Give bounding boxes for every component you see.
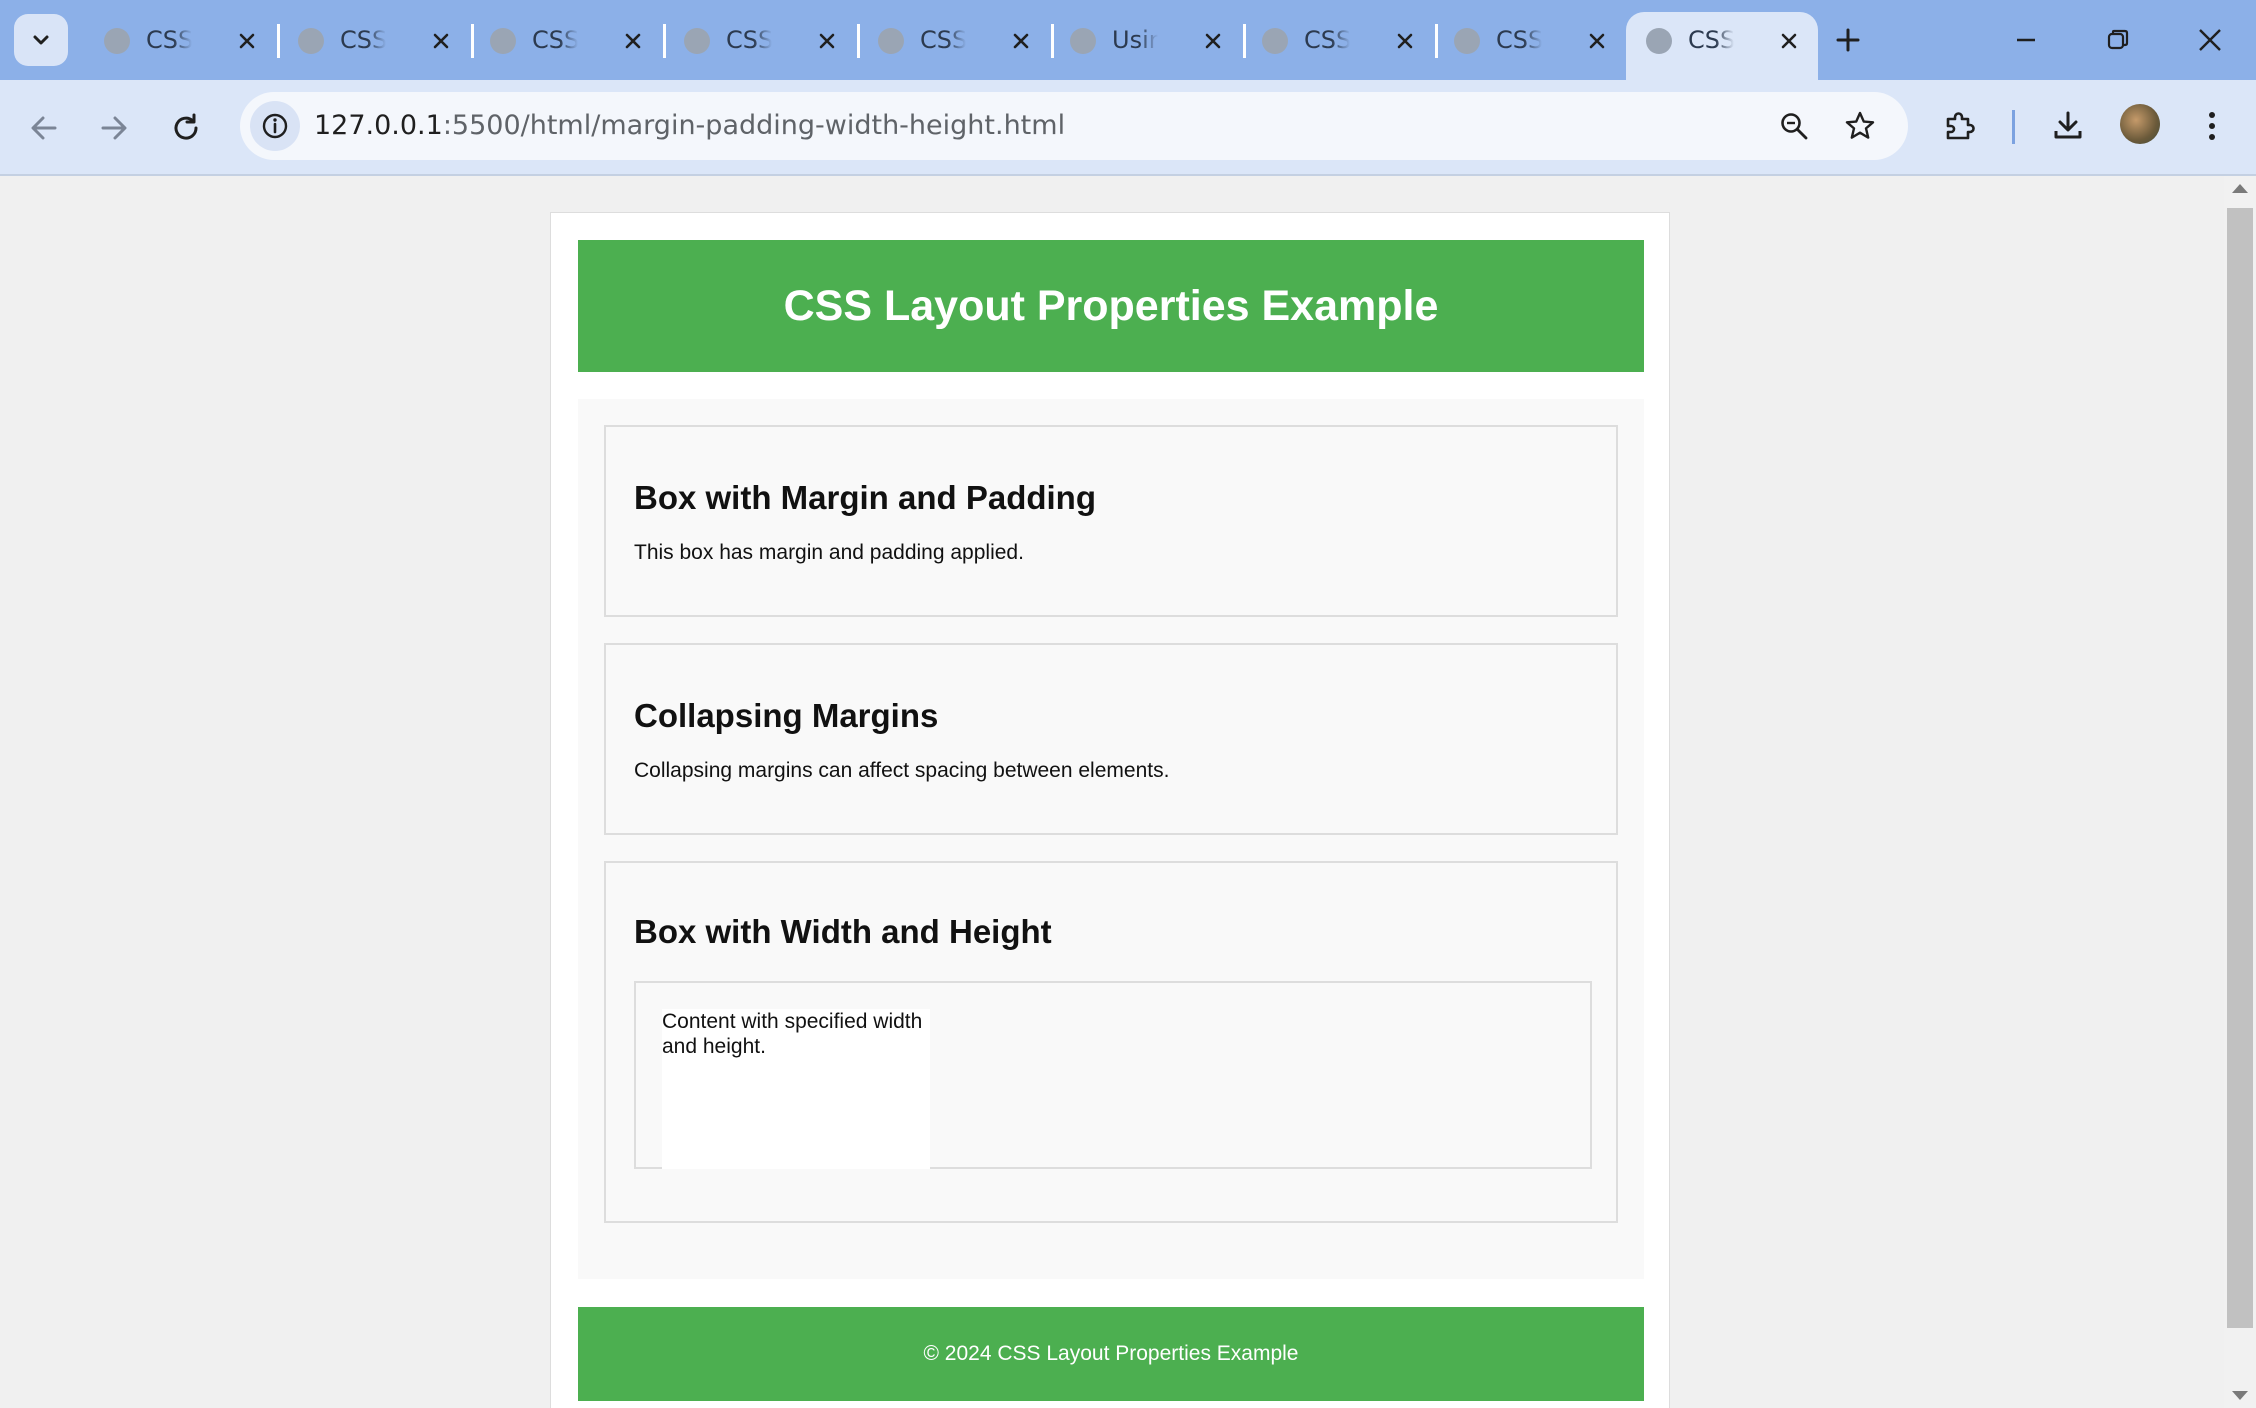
tab-title: Using: [1112, 26, 1158, 54]
scroll-thumb[interactable]: [2227, 208, 2253, 1328]
extensions-icon: [1946, 112, 1975, 140]
section-text: Collapsing margins can affect spacing be…: [634, 759, 1170, 782]
browser-tab[interactable]: CSS I: [1242, 12, 1438, 70]
site-header: CSS Layout Properties Example: [578, 240, 1644, 372]
scroll-up-arrow-icon[interactable]: [2232, 184, 2248, 193]
inner-box: Content with specified width and height.: [634, 981, 1592, 1169]
section-heading: Box with Width and Height: [634, 913, 1052, 950]
tab-search-button[interactable]: [14, 14, 68, 66]
close-icon[interactable]: [1006, 26, 1036, 56]
collapsing-margins-box: Collapsing Margins Collapsing margins ca…: [604, 643, 1618, 835]
tab-title: CSS S: [146, 26, 192, 54]
close-icon[interactable]: [1198, 26, 1228, 56]
browser-tab[interactable]: CSS S: [84, 12, 280, 70]
window-close-button[interactable]: [2180, 16, 2240, 64]
profile-avatar[interactable]: [2120, 104, 2160, 144]
reload-button[interactable]: [162, 104, 210, 152]
close-icon[interactable]: [232, 26, 262, 56]
close-icon[interactable]: [426, 26, 456, 56]
close-icon[interactable]: [1582, 26, 1612, 56]
main-content: Box with Margin and Padding This box has…: [578, 399, 1644, 1279]
favicon-globe-icon: [1646, 28, 1672, 54]
favicon-globe-icon: [490, 28, 516, 54]
tab-title: CSS C: [920, 26, 966, 54]
page-viewport: CSS Layout Properties Example Box with M…: [0, 176, 2224, 1408]
favicon-globe-icon: [1454, 28, 1480, 54]
plus-icon: [1836, 28, 1860, 52]
tab-title: CSS S: [726, 26, 772, 54]
scroll-down-arrow-icon[interactable]: [2232, 1391, 2248, 1400]
browser-tab[interactable]: CSS I: [1434, 12, 1626, 70]
tab-title: CSS S: [532, 26, 578, 54]
page-title: CSS Layout Properties Example: [783, 281, 1439, 330]
close-icon[interactable]: [1774, 26, 1804, 56]
page-container: CSS Layout Properties Example Box with M…: [550, 212, 1670, 1408]
zoom-button[interactable]: [1770, 102, 1818, 150]
tab-title: CSS I: [1688, 26, 1734, 54]
margin-padding-box: Box with Margin and Padding This box has…: [604, 425, 1618, 617]
info-icon: [262, 113, 288, 139]
forward-button[interactable]: [90, 104, 138, 152]
downloads-button[interactable]: [2044, 102, 2092, 150]
browser-tab[interactable]: CSS S: [470, 12, 666, 70]
favicon-globe-icon: [878, 28, 904, 54]
url-text[interactable]: 127.0.0.1:5500/html/margin-padding-width…: [314, 110, 1065, 141]
favicon-globe-icon: [298, 28, 324, 54]
window-close-icon: [2199, 29, 2221, 51]
close-icon[interactable]: [812, 26, 842, 56]
sized-content-box: Content with specified width and height.: [662, 1009, 930, 1169]
reload-icon: [174, 113, 198, 140]
toolbar-divider: [2012, 110, 2015, 144]
browser-tab-active[interactable]: CSS I: [1626, 12, 1818, 80]
tab-title: CSS I: [1304, 26, 1350, 54]
more-menu-button[interactable]: [2188, 102, 2236, 150]
bookmark-star-icon: [1845, 111, 1875, 139]
minimize-icon: [2017, 38, 2035, 42]
site-info-button[interactable]: [250, 101, 300, 151]
vertical-scrollbar[interactable]: [2224, 176, 2256, 1408]
tab-strip: CSS S CSS U CSS S CSS S CSS C Using CSS …: [0, 0, 2256, 80]
chevron-down-icon: [33, 35, 49, 45]
more-menu-icon: [2209, 112, 2215, 140]
site-footer: © 2024 CSS Layout Properties Example: [578, 1307, 1644, 1401]
back-arrow-icon: [31, 116, 57, 140]
download-icon: [2054, 111, 2082, 139]
favicon-globe-icon: [104, 28, 130, 54]
section-heading: Collapsing Margins: [634, 697, 939, 734]
favicon-globe-icon: [1262, 28, 1288, 54]
footer-text: © 2024 CSS Layout Properties Example: [923, 1342, 1299, 1365]
section-heading: Box with Margin and Padding: [634, 479, 1096, 516]
browser-tab[interactable]: CSS U: [278, 12, 474, 70]
address-bar[interactable]: 127.0.0.1:5500/html/margin-padding-width…: [240, 92, 1908, 160]
browser-tab[interactable]: Using: [1050, 12, 1246, 70]
favicon-globe-icon: [684, 28, 710, 54]
browser-toolbar: 127.0.0.1:5500/html/margin-padding-width…: [0, 80, 2256, 176]
new-tab-button[interactable]: [1826, 18, 1870, 62]
restore-icon: [2107, 29, 2129, 50]
forward-arrow-icon: [101, 116, 127, 140]
tab-title: CSS U: [340, 26, 386, 54]
back-button[interactable]: [20, 104, 68, 152]
close-icon[interactable]: [618, 26, 648, 56]
close-icon[interactable]: [1390, 26, 1420, 56]
minimize-button[interactable]: [1996, 16, 2056, 64]
extensions-button[interactable]: [1936, 102, 1984, 150]
url-path: :5500/html/margin-padding-width-height.h…: [442, 110, 1066, 141]
tab-title: CSS I: [1496, 26, 1542, 54]
zoom-icon: [1781, 113, 1808, 140]
favicon-globe-icon: [1070, 28, 1096, 54]
section-text: This box has margin and padding applied.: [634, 541, 1024, 564]
restore-button[interactable]: [2088, 16, 2148, 64]
bookmark-button[interactable]: [1836, 102, 1884, 150]
browser-tab[interactable]: CSS S: [664, 12, 860, 70]
browser-tab[interactable]: CSS C: [858, 12, 1054, 70]
width-height-box: Box with Width and Height Content with s…: [604, 861, 1618, 1223]
url-host: 127.0.0.1: [314, 110, 443, 141]
